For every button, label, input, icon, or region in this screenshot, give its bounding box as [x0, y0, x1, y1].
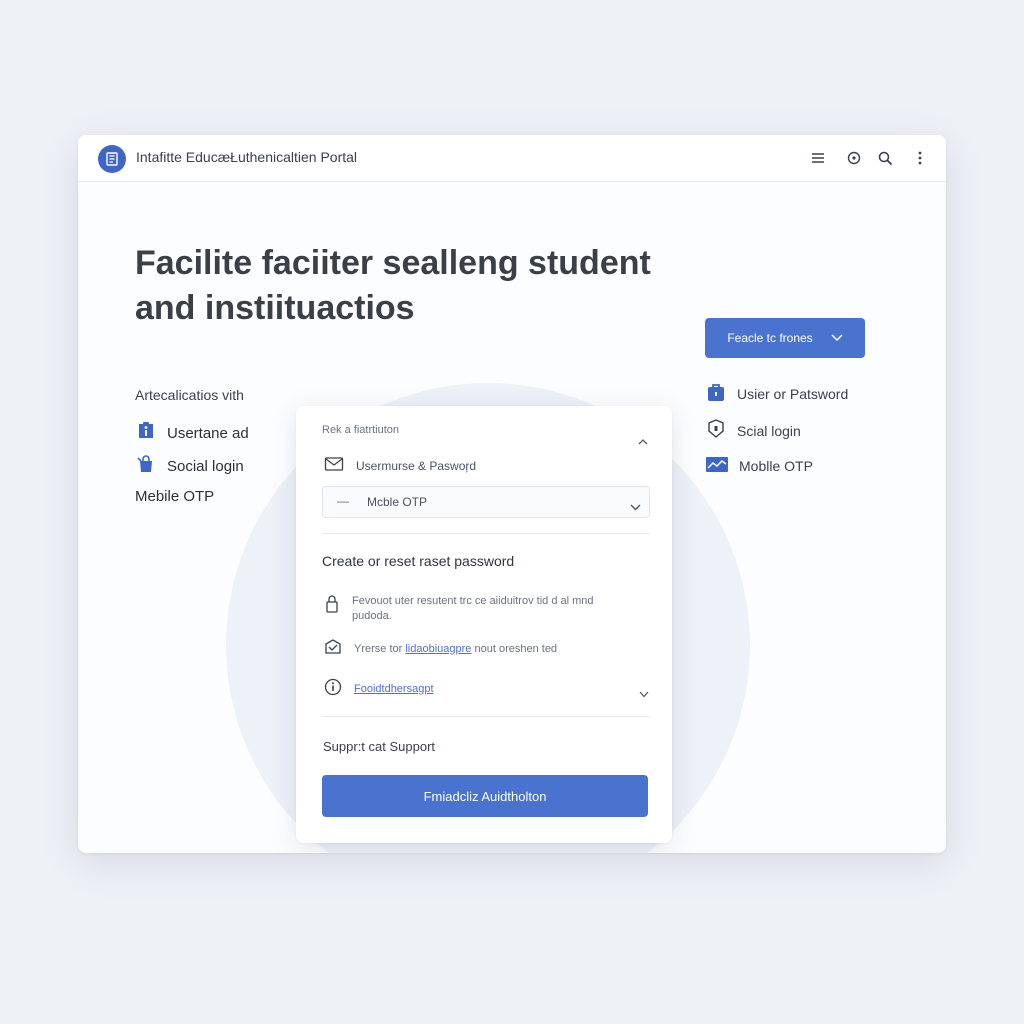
feature-dropdown-button[interactable]: Feacle tc frones	[705, 318, 865, 358]
info-circle-icon	[324, 678, 342, 699]
card-section-label-text: Rek a fiatrtiuton	[322, 424, 400, 436]
top-bar: Intafitte EducæŁuthenicaltien Portal	[78, 135, 946, 182]
card-divider	[322, 533, 650, 534]
left-auth-methods: Artecalicatios vith Usertane ad Social l…	[135, 387, 249, 505]
card-divider	[322, 716, 650, 717]
briefcase-lock-icon	[705, 381, 727, 406]
lock-icon	[324, 594, 340, 619]
right-item-label: Scial login	[737, 422, 801, 439]
hero-headline: Facilite faciiter sealleng student and i…	[135, 241, 735, 331]
info-row-1: Fevouot uter resutent trc ce aiiduitrov …	[324, 594, 624, 624]
info-text-2-suffix: nout oreshen ted	[474, 642, 558, 655]
more-vertical-icon[interactable]	[909, 147, 931, 169]
chevron-up-icon[interactable]	[638, 432, 648, 450]
chevron-down-icon[interactable]	[639, 685, 649, 703]
left-item-label: Social login	[167, 457, 244, 475]
portal-logo-icon[interactable]	[98, 145, 126, 173]
otp-select[interactable]: — Mcble OTP	[322, 486, 650, 518]
right-item-label: Usier or Patsword	[737, 385, 849, 402]
mail-chart-icon	[705, 454, 729, 477]
left-item-social[interactable]: Social login	[135, 453, 244, 479]
card-section-label: Rek a fiatrtiuton	[322, 424, 399, 436]
info-row-3[interactable]: Fooidtdhersagpt	[324, 678, 434, 699]
search-icon[interactable]	[874, 147, 896, 169]
info-row-2: Yrerse tor lidaobiuagpre nout oreshen te…	[324, 638, 557, 659]
shield-lock-icon	[705, 418, 727, 443]
right-item-social[interactable]: Scial login	[705, 418, 801, 443]
mail-check-icon	[324, 638, 342, 659]
app-window: Intafitte EducæŁuthenicaltien Portal Fac…	[78, 135, 946, 853]
authenticate-button[interactable]: Fmiadcliz Auidtholton	[322, 775, 648, 817]
left-item-label: Mebile OTP	[135, 488, 215, 505]
menu-icon[interactable]	[807, 147, 829, 169]
left-heading: Artecalicatios vith	[135, 387, 244, 403]
info-text-1: Fevouot uter resutent trc ce aiiduitrov …	[352, 595, 594, 622]
auth-card: Rek a fiatrtiuton Usermurse & Paswoŗd — …	[296, 406, 672, 843]
info-link-1[interactable]: lidaobiuagpre	[405, 643, 471, 655]
shopping-bag-icon	[135, 453, 157, 479]
right-item-label: Moblle OTP	[739, 457, 813, 474]
username-password-option[interactable]: Usermurse & Paswoŗd	[324, 456, 476, 475]
reset-password-title: Create or reset raset password	[322, 553, 515, 569]
username-password-label: Usermurse & Paswoŗd	[356, 458, 477, 473]
right-item-otp[interactable]: Moblle OTP	[705, 454, 813, 477]
left-item-otp[interactable]: Mebile OTP	[135, 488, 214, 505]
hero-line-1: Facilite faciiter sealleng student	[135, 244, 651, 282]
dash-icon: —	[337, 494, 349, 508]
app-title: Intafitte EducæŁuthenicaltien Portal	[136, 149, 358, 165]
hero-line-2: and instiituactios	[135, 289, 415, 327]
info-badge-icon	[135, 420, 157, 446]
support-label: Suppr:t cat Support	[323, 739, 436, 754]
chevron-down-icon	[630, 498, 641, 516]
mail-icon	[324, 456, 344, 475]
left-item-label: Usertane ad	[167, 424, 249, 442]
help-icon[interactable]	[843, 147, 865, 169]
otp-select-value: Mcble OTP	[367, 495, 428, 509]
feature-dropdown-label: Feacle tc frones	[727, 331, 813, 345]
left-item-username[interactable]: Usertane ad	[135, 420, 249, 446]
info-text-2-prefix: Yrerse tor	[354, 642, 403, 655]
chevron-down-icon	[831, 331, 843, 345]
right-item-user-password[interactable]: Usier or Patsword	[705, 381, 848, 406]
info-link-2[interactable]: Fooidtdhersagpt	[354, 683, 434, 695]
authenticate-button-label: Fmiadcliz Auidtholton	[423, 788, 547, 804]
